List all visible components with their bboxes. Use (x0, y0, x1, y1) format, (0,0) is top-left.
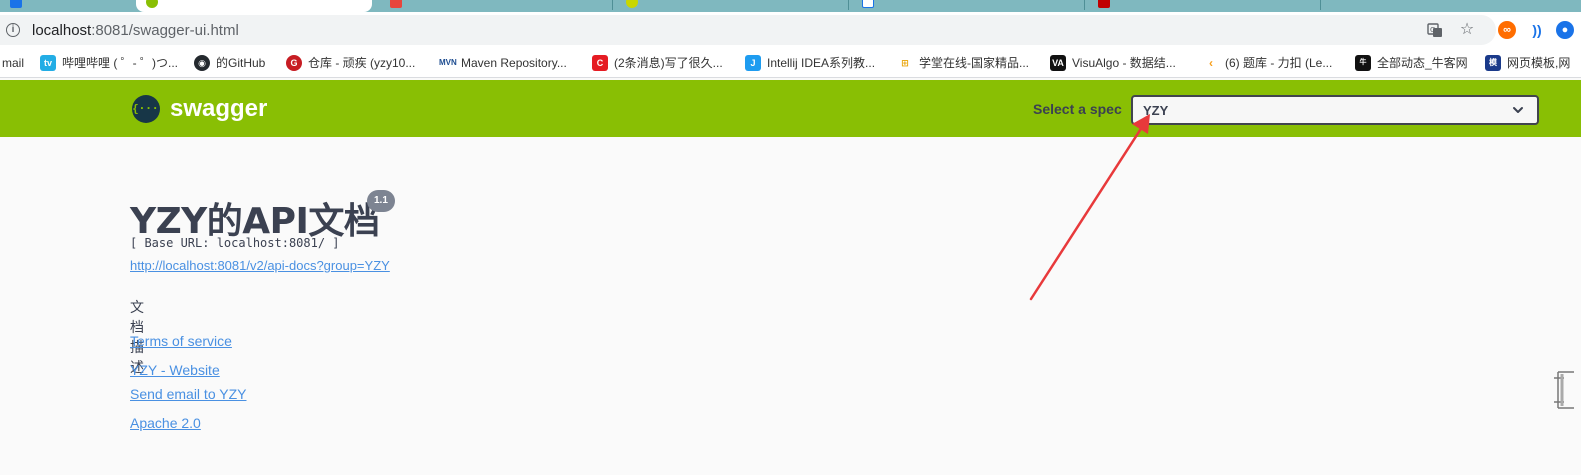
bookmark-label: 网页模板,网 (1507, 55, 1571, 70)
url-path: :8081/swagger-ui.html (91, 22, 239, 39)
browser-tab[interactable] (0, 0, 134, 12)
tab-separator (848, 0, 849, 10)
xuetang-icon: ⊞ (897, 54, 913, 71)
bookmark-item[interactable]: J Intellij IDEA系列教... (745, 54, 875, 72)
translate-icon[interactable]: G (1426, 21, 1444, 39)
base-url: [ Base URL: localhost:8081/ ] (130, 236, 340, 250)
bookmark-item[interactable]: C (2条消息)写了很久... (592, 54, 723, 72)
bookmark-label: 仓库 - 顽疾 (yzy10... (308, 55, 416, 70)
tab-separator (612, 0, 613, 10)
svg-text:G: G (1430, 26, 1435, 34)
bookmarks-bar: mail tv 哔哩哔哩 ( ゜- ゜)つ... ◉ 的GitHub G 仓库 - 顽… (0, 48, 1581, 78)
bookmark-label: mail (2, 55, 25, 70)
bookmark-label: (6) 题库 - 力扣 (Le... (1225, 55, 1333, 70)
bookmark-item[interactable]: VA VisuAlgo - 数据结... (1050, 54, 1176, 72)
template-icon: 模 (1485, 54, 1501, 71)
tab-separator (1320, 0, 1321, 10)
url-text[interactable]: localhost:8081/swagger-ui.html (32, 22, 239, 39)
bookmark-item[interactable]: ◉ 的GitHub (194, 54, 265, 72)
swagger-logo-text: swagger (170, 95, 268, 122)
nowcoder-icon: 牛 (1355, 54, 1371, 71)
csdn-icon: C (592, 54, 608, 71)
url-host: localhost (32, 22, 92, 39)
bookmark-item[interactable]: G 仓库 - 顽疾 (yzy10... (286, 54, 415, 72)
bookmark-item[interactable]: 牛全部动态_牛客网 (1355, 54, 1468, 72)
swagger-favicon-icon (146, 0, 158, 8)
extension-cast-icon[interactable]: )) (1528, 21, 1546, 39)
terms-of-service-link[interactable]: Terms of service (130, 333, 232, 349)
bookmark-star-icon[interactable]: ☆ (1458, 21, 1476, 39)
bookmark-item[interactable]: ‹ (6) 题库 - 力扣 (Le... (1203, 54, 1332, 72)
bilibili-icon: tv (40, 54, 56, 71)
email-link[interactable]: Send email to YZY (130, 386, 246, 402)
github-icon: ◉ (194, 54, 210, 71)
site-info-icon[interactable]: i (6, 23, 20, 37)
swagger-logo-icon: {···} (132, 95, 165, 123)
tab-favicon-icon (626, 0, 638, 8)
bookmark-item[interactable]: MVN Maven Repository... (439, 54, 567, 72)
browser-tab[interactable] (852, 0, 1082, 12)
bookmark-label: 的GitHub (216, 55, 266, 70)
leetcode-icon: ‹ (1203, 54, 1219, 71)
api-docs-link[interactable]: http://localhost:8081/v2/api-docs?group=… (130, 258, 390, 273)
extension-ad-icon[interactable]: ● (1556, 21, 1574, 39)
spec-select-dropdown[interactable]: YZY (1131, 95, 1539, 125)
browser-tab-active[interactable] (136, 0, 372, 12)
version-badge: 1.1 (367, 190, 395, 212)
bookmark-item[interactable]: 模网页模板,网 (1485, 54, 1570, 72)
bookmark-label: 哔哩哔哩 ( ゜- ゜)つ... (62, 55, 178, 70)
visualgo-icon: VA (1050, 54, 1066, 71)
bookmark-label: VisuAlgo - 数据结... (1072, 55, 1176, 70)
bookmark-label: 学堂在线-国家精品... (919, 55, 1029, 70)
browser-toolbar: i localhost:8081/swagger-ui.html G ☆ ∞ )… (0, 12, 1581, 48)
maven-icon: MVN (439, 54, 457, 71)
bookmark-label: Maven Repository... (461, 55, 567, 70)
address-bar[interactable]: i localhost:8081/swagger-ui.html G ☆ (0, 15, 1496, 45)
website-link[interactable]: YZY - Website (130, 362, 220, 378)
bookmark-item[interactable]: tv 哔哩哔哩 ( ゜- ゜)つ... (40, 54, 178, 72)
browser-tab[interactable] (616, 0, 846, 12)
bookmark-label: (2条消息)写了很久... (614, 55, 723, 70)
jetbrains-icon: J (745, 54, 761, 71)
bookmark-label: Intellij IDEA系列教... (767, 55, 876, 70)
tab-strip (0, 0, 1581, 12)
swagger-topbar: {···} swagger Select a spec YZY (0, 80, 1581, 137)
tab-separator (1084, 0, 1085, 10)
bookmark-label: 全部动态_牛客网 (1377, 55, 1468, 70)
tab-favicon-icon (1098, 0, 1110, 8)
tab-favicon-icon (390, 0, 402, 8)
browser-tab[interactable] (380, 0, 610, 12)
tab-favicon-icon (10, 0, 22, 8)
tab-favicon-icon (862, 0, 874, 8)
browser-tab[interactable] (1088, 0, 1318, 12)
bookmark-item[interactable]: ⊞ 学堂在线-国家精品... (897, 54, 1029, 72)
license-link[interactable]: Apache 2.0 (130, 415, 201, 431)
edge-artifact-icon (1554, 371, 1574, 409)
gitee-icon: G (286, 54, 302, 71)
bookmark-item[interactable]: mail (2, 54, 24, 72)
extension-infinity-icon[interactable]: ∞ (1498, 21, 1516, 39)
chevron-down-icon (1513, 107, 1523, 113)
annotation-arrow-icon (1029, 114, 1150, 301)
